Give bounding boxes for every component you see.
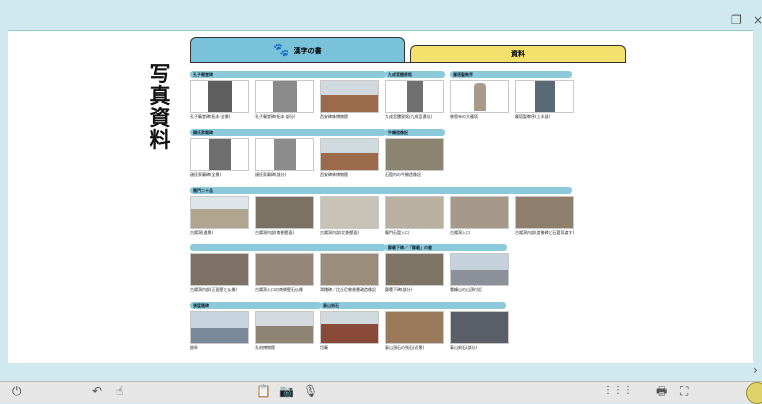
photo-thumbnail[interactable] — [320, 311, 379, 344]
photo-thumbnail[interactable] — [450, 196, 509, 229]
photo-thumbnail[interactable] — [320, 80, 379, 113]
photo-thumbnail[interactable] — [190, 80, 249, 113]
section-header: 九成宮醴泉銘 — [385, 71, 445, 78]
power-icon[interactable]: ⏻ — [12, 384, 22, 398]
photo-caption: 鄭羲下碑(部分) — [385, 287, 413, 292]
section-header: 龍門二十品 — [190, 187, 572, 194]
photo-thumbnail[interactable] — [190, 196, 249, 229]
tab-label: 漢字の書 — [293, 46, 322, 55]
photo-caption: 古陽洞内部(造像碑と石窟見渡す) — [515, 230, 575, 235]
photo-caption: 滑稽碑／比丘尼慈香慧政造像記 — [320, 287, 376, 292]
photo-thumbnail[interactable] — [190, 138, 249, 171]
taskbar — [0, 381, 762, 403]
photo-thumbnail[interactable] — [385, 253, 444, 286]
photo-thumbnail[interactable] — [255, 138, 314, 171]
photo-thumbnail[interactable] — [320, 138, 379, 171]
title-char: 真 — [149, 83, 171, 108]
photo-thumbnail[interactable] — [450, 253, 509, 286]
photo-caption: 雁塔聖教序(上半部) — [515, 114, 551, 119]
photo-caption: 石窟内の牛橛造像記 — [385, 172, 421, 177]
title-strip — [0, 0, 762, 30]
photo-caption: 古陽洞内部(南側壁面) — [255, 230, 295, 235]
photo-caption: 西安碑林博物館 — [320, 114, 348, 119]
section-header: 孔子廟堂碑 — [190, 71, 386, 78]
section-header: 牛橛造像記 — [385, 129, 445, 136]
tab-materials[interactable]: 資料 — [410, 45, 626, 62]
restore-icon[interactable]: ❐ — [731, 14, 742, 26]
photo-caption: 慈恩寺の大雁塔 — [450, 114, 478, 119]
print-icon[interactable]: 🖶 — [656, 384, 667, 398]
photo-caption: 龍門石窟入口 — [385, 230, 409, 235]
photo-thumbnail[interactable] — [450, 80, 509, 113]
tab-divider — [190, 62, 626, 63]
photo-caption: 古陽洞内部(北側壁面) — [320, 230, 360, 235]
photo-thumbnail[interactable] — [320, 196, 379, 229]
photo-caption: 孔子廟堂碑(拓本·全景) — [190, 114, 231, 119]
section-header: 張猛龍碑 — [190, 302, 321, 309]
photo-caption: 古陽洞内部(正面壁と仏像) — [190, 287, 238, 292]
camera-icon[interactable]: 📷 — [279, 384, 294, 398]
photo-caption: 泰山頂石の残石(近景) — [385, 345, 425, 350]
photo-caption: 顔氏家廟碑(全景) — [190, 172, 222, 177]
photo-caption: 孔子廟堂碑(拓本·部分) — [255, 114, 296, 119]
title-char: 料 — [149, 127, 171, 152]
undo-icon[interactable]: ↶ — [92, 384, 102, 398]
section-header: 雁塔聖教序 — [450, 71, 572, 78]
photo-thumbnail[interactable] — [190, 253, 249, 286]
photo-thumbnail[interactable] — [385, 138, 444, 171]
photo-caption: 顔氏家廟碑(部分) — [255, 172, 287, 177]
photo-caption: 古陽洞入口 — [450, 230, 470, 235]
photo-caption: 岱廟 — [320, 345, 328, 350]
photo-thumbnail[interactable] — [515, 80, 574, 113]
mascot-icon: 🐾 — [273, 43, 290, 58]
photo-thumbnail[interactable] — [385, 80, 444, 113]
section-header: 鄭羲下碑／「鄭羲」の書 — [385, 244, 507, 251]
photo-caption: 泰山刻石(部分) — [450, 345, 478, 350]
photo-thumbnail[interactable] — [255, 253, 314, 286]
section-header: 顔氏家廟碑 — [190, 129, 386, 136]
section-header: 泰山刻石 — [320, 302, 506, 309]
photo-caption: 古陽洞入口の南側壁石仏像 — [255, 287, 303, 292]
clipboard-icon[interactable]: 📋 — [256, 384, 271, 398]
photo-thumbnail[interactable] — [320, 253, 379, 286]
tab-label: 資料 — [511, 50, 525, 58]
content-panel: 写 真 資 料 🐾 漢字の書 資料 孔子廟堂碑 九成宮醴泉銘 雁塔聖教序 顔氏家… — [8, 30, 753, 364]
photo-thumbnail[interactable] — [515, 196, 574, 229]
photo-caption: 孔府博物館 — [255, 345, 275, 350]
photo-caption: 九成宮醴泉銘(九成宮遺址) — [385, 114, 433, 119]
photo-thumbnail[interactable] — [385, 196, 444, 229]
microphone-icon[interactable]: 🎙 — [303, 384, 318, 398]
page-title: 写 真 資 料 — [148, 63, 172, 151]
photo-thumbnail[interactable] — [450, 311, 509, 344]
photo-thumbnail[interactable] — [255, 80, 314, 113]
corner-menu-button[interactable] — [746, 382, 762, 404]
photo-thumbnail[interactable] — [385, 311, 444, 344]
section-header — [190, 244, 386, 251]
photo-thumbnail[interactable] — [190, 311, 249, 344]
photo-thumbnail[interactable] — [255, 196, 314, 229]
title-char: 資 — [149, 105, 171, 130]
grid-icon[interactable]: ⋮⋮⋮ — [603, 384, 633, 398]
pointer-icon[interactable]: ☝ — [116, 384, 123, 398]
photo-caption: 雲峰山の山頂付近 — [450, 287, 482, 292]
title-char: 写 — [149, 61, 171, 86]
photo-caption: 西安碑林博物館 — [320, 172, 348, 177]
photo-caption: 曲阜 — [190, 345, 198, 350]
photo-thumbnail[interactable] — [255, 311, 314, 344]
close-icon[interactable]: × — [753, 14, 762, 26]
bottom-strip — [0, 363, 762, 381]
chevron-right-icon[interactable]: › — [753, 364, 758, 376]
photo-caption: 古陽洞(遠景) — [190, 230, 214, 235]
tab-kanji-calligraphy[interactable]: 🐾 漢字の書 — [190, 37, 405, 63]
fullscreen-icon[interactable]: ⛶ — [680, 384, 688, 398]
